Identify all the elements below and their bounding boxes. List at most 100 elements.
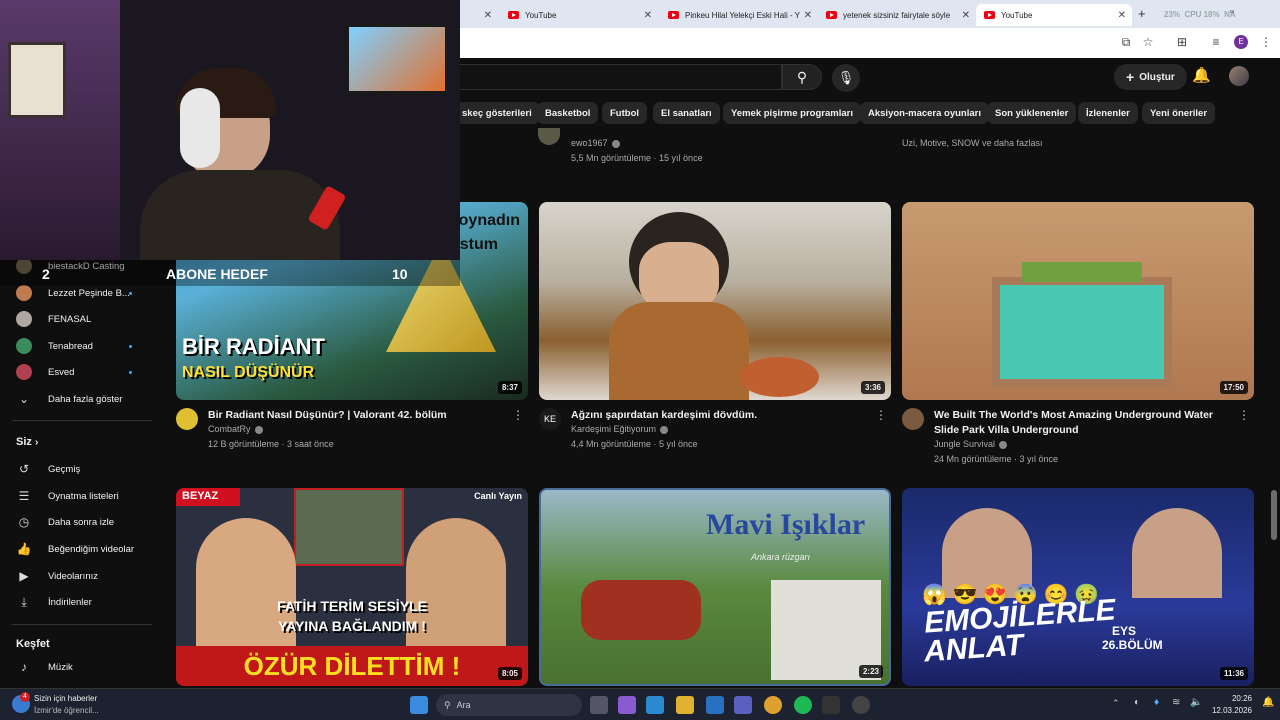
more-options-icon[interactable]: ⋮ [1238,408,1250,422]
file-explorer-icon[interactable] [676,696,694,714]
search-button[interactable]: ⚲ [782,64,822,90]
chip[interactable]: Basketbol [537,102,599,124]
notification-icon[interactable]: 🔔 [1262,697,1274,708]
sidebar-item-downloads[interactable]: ⤓ İndirilenler [0,589,160,615]
sidebar-item-history[interactable]: ↺ Geçmiş [0,456,160,482]
search-icon: ⚲ [796,69,808,85]
channel-avatar[interactable] [902,408,924,430]
tray-chevron-icon[interactable]: ⌃ [1112,698,1120,709]
teams-icon[interactable] [734,696,752,714]
chip[interactable]: Son yüklenenler [987,102,1077,124]
sidebar-item-channel[interactable]: Tenabread [0,333,160,359]
more-options-icon[interactable]: ⋮ [512,408,524,422]
search-input[interactable] [460,64,782,90]
close-tab-icon[interactable]: ✕ [644,10,652,21]
channel-avatar[interactable] [538,128,560,145]
like-icon: 👍 [16,542,32,556]
channel-avatar [16,338,32,354]
copilot-icon[interactable] [618,696,636,714]
youtube-favicon-icon [668,11,679,19]
sidebar-section-explore: Keşfet [16,638,50,650]
clock-date[interactable]: 12.03.2026 [1206,706,1252,715]
channel-avatar[interactable]: KE [539,408,561,430]
chip[interactable]: El sanatları [653,102,720,124]
obs-icon[interactable] [852,696,870,714]
capcut-icon[interactable] [822,696,840,714]
media-control-icon[interactable]: ≡ [1208,34,1224,50]
account-avatar[interactable] [1229,66,1249,86]
task-view-icon[interactable] [590,696,608,714]
video-thumbnail[interactable]: BEYAZ Canlı Yayın FATİH TERİM SESİYLE YA… [176,488,528,686]
video-title[interactable]: We Built The World's Most Amazing Underg… [934,408,1234,438]
create-button[interactable]: + Oluştur [1114,64,1187,90]
browser-tab[interactable]: yetenek sizsiniz fairytale söyle ✕ [818,4,976,26]
video-title[interactable]: Bir Radiant Nasıl Düşünür? | Valorant 42… [208,408,508,423]
store-icon[interactable] [706,696,724,714]
wall-portrait [8,42,66,118]
spotify-icon[interactable] [794,696,812,714]
channel-name[interactable]: ewo1967 [571,138,620,148]
sidebar-item-channel[interactable]: Esved [0,359,160,385]
tray-app-icon[interactable]: ◐ [1134,697,1140,708]
food-plate [739,357,819,397]
sidebar-item-liked[interactable]: 👍 Beğendiğim videolar [0,536,160,562]
video-thumbnail[interactable]: 17:50 [902,202,1254,400]
volume-icon[interactable]: 🔈 [1190,697,1202,708]
chip[interactable]: Yeni öneriler [1142,102,1216,124]
start-windows-icon[interactable] [410,696,428,714]
wifi-icon[interactable]: ≋ [1172,697,1180,708]
sidebar-item-channel[interactable]: FENASAL [0,306,160,332]
sidebar-show-more[interactable]: ⌄ Daha fazla göster [0,386,160,412]
chip[interactable]: Futbol [602,102,648,124]
minimize-icon[interactable]: ▫ [1230,6,1234,18]
tray-mic-icon[interactable]: ♦ [1154,697,1159,708]
scrollbar[interactable] [1271,490,1277,540]
sidebar-item-label: Müzik [48,661,73,673]
close-tab-icon[interactable]: ✕ [962,10,970,21]
sidebar-item-label: Geçmiş [48,463,81,475]
video-thumbnail[interactable]: 3:36 [539,202,891,400]
sidebar-item-watch-later[interactable]: ◷ Daha sonra izle [0,509,160,535]
sidebar-item-playlists[interactable]: ☰ Oynatma listeleri [0,483,160,509]
chip[interactable]: Yemek pişirme programları [723,102,861,124]
subscriber-goal-bar: 2 ABONE HEDEF 10 [0,260,460,286]
browser-tab-partial[interactable]: ✕ [460,4,498,26]
news-title[interactable]: Sizin için haberler [34,694,97,703]
browser-tab[interactable]: YouTube ✕ [500,4,658,26]
close-tab-icon[interactable]: ✕ [1118,10,1126,21]
menu-kebab-icon[interactable]: ⋮ [1258,34,1274,50]
voice-search-button[interactable]: 🎙 [832,64,860,92]
browser-tab[interactable]: Pinkeu Hilal Yelekçi Eski Hali - Y ✕ [660,4,818,26]
taskbar-search[interactable]: ⚲ Ara [436,694,582,716]
video-thumbnail[interactable]: Mavi Işıklar Ankara rüzgarı 2:23 [539,488,891,686]
bookmark-star-icon[interactable]: ☆ [1140,34,1156,50]
clock-time[interactable]: 20:26 [1222,694,1252,703]
close-tab-icon[interactable]: ✕ [804,10,812,21]
chevron-down-icon: ⌄ [18,392,30,406]
edge-icon[interactable] [646,696,664,714]
new-content-dot [129,344,132,348]
channel-avatar[interactable] [176,408,198,430]
notifications-bell-icon[interactable]: 🔔 [1192,66,1211,84]
channel-name[interactable]: Jungle Survival [934,439,1008,449]
chip[interactable]: Aksiyon-macera oyunları [860,102,989,124]
sidebar-item-your-videos[interactable]: ▶ Videolarınız [0,563,160,589]
chrome-icon[interactable] [764,696,782,714]
channel-name[interactable]: CombatRy [208,424,263,434]
chip[interactable]: İzlenenler [1078,102,1138,124]
video-title[interactable]: Ağzını şapırdatan kardeşimi dövdüm. [571,408,871,423]
sidebar-item-music[interactable]: ♪ Müzik [0,654,160,680]
channel-name[interactable]: Kardeşimi Eğitiyorum [571,424,669,434]
chip[interactable]: skeç gösterileri [454,102,540,124]
close-tab-icon[interactable]: ✕ [484,10,492,21]
cast-icon[interactable]: ⧉ [1118,34,1134,50]
extensions-icon[interactable]: ⊞ [1174,34,1190,50]
channel-name[interactable]: Uzi, Motive, SNOW ve daha fazlası [902,138,1043,148]
browser-tab-active[interactable]: YouTube ✕ [976,4,1132,26]
new-tab-icon[interactable]: + [1138,6,1146,21]
video-thumbnail[interactable]: 😱 😎 😍 😨 😊 🤢 EMOJİLERLE ANLAT EYS 26.BÖLÜ… [902,488,1254,686]
more-options-icon[interactable]: ⋮ [875,408,887,422]
profile-avatar[interactable]: E [1234,35,1248,49]
thumb-text: stum [459,236,498,253]
sidebar-section-you[interactable]: Siz › [16,436,38,448]
